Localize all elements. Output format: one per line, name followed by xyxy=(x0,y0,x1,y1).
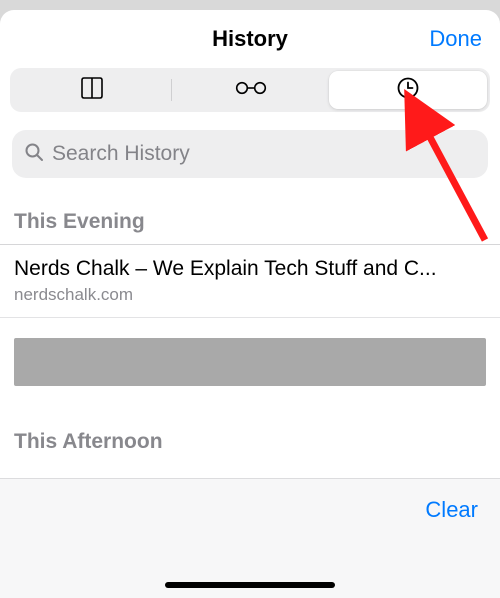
view-segmented-control[interactable] xyxy=(10,68,490,112)
clear-button[interactable]: Clear xyxy=(425,497,478,523)
redacted-row xyxy=(14,338,486,386)
segment-bookmarks[interactable] xyxy=(13,71,171,109)
bookmarks-icon xyxy=(78,76,106,105)
clock-icon xyxy=(396,76,420,105)
history-sheet: History Done xyxy=(0,10,500,598)
history-row-title: Nerds Chalk – We Explain Tech Stuff and … xyxy=(14,255,486,283)
search-placeholder: Search History xyxy=(52,142,190,166)
section-header-afternoon: This Afternoon xyxy=(0,386,500,456)
home-indicator xyxy=(165,582,335,588)
segmented-control-wrap xyxy=(0,68,500,126)
page-title: History xyxy=(212,26,288,52)
glasses-icon xyxy=(234,80,268,101)
history-row[interactable]: Nerds Chalk – We Explain Tech Stuff and … xyxy=(0,245,500,318)
bottom-toolbar: Clear xyxy=(0,478,500,598)
nav-bar: History Done xyxy=(0,10,500,68)
section-header-evening: This Evening xyxy=(0,192,500,245)
done-button[interactable]: Done xyxy=(429,10,482,68)
segment-reading-list[interactable] xyxy=(172,71,330,109)
search-wrap: Search History xyxy=(0,126,500,192)
search-input[interactable]: Search History xyxy=(12,130,488,178)
history-row-domain: nerdschalk.com xyxy=(14,285,486,305)
segment-history[interactable] xyxy=(329,71,487,109)
search-icon xyxy=(24,142,44,167)
